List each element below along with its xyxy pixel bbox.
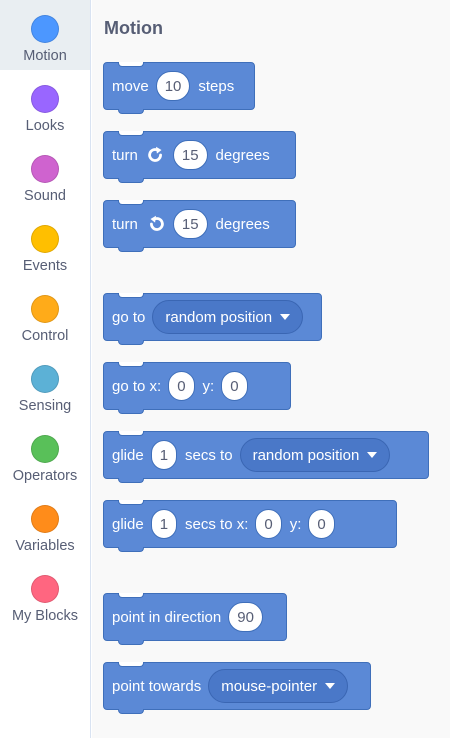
steps-input[interactable]: 10 — [155, 71, 191, 101]
target-dropdown[interactable]: random position — [239, 438, 391, 472]
block-text: point towards — [112, 677, 202, 695]
category-label: Motion — [23, 48, 67, 64]
target-dropdown[interactable]: random position — [152, 300, 304, 334]
glide-to-xy-block[interactable]: glide 1 secs to x: 0 y: 0 — [103, 500, 397, 552]
block-text: degrees — [215, 215, 270, 233]
dropdown-arrow-icon — [367, 452, 378, 458]
operators-category-icon — [31, 435, 59, 463]
turn-right-block[interactable]: turn 15 degrees — [103, 131, 296, 183]
dropdown-arrow-icon — [325, 683, 336, 689]
move-steps-block[interactable]: move 10 steps — [103, 62, 255, 114]
degrees-input[interactable]: 15 — [172, 140, 208, 170]
point-towards-block[interactable]: point towards mouse-pointer — [103, 662, 371, 714]
dropdown-value: mouse-pointer — [221, 677, 318, 695]
degrees-input[interactable]: 15 — [172, 209, 208, 239]
rotate-left-icon — [149, 215, 164, 231]
block-text: degrees — [215, 146, 270, 164]
glide-to-block[interactable]: glide 1 secs to random position — [103, 431, 429, 483]
category-label: Sensing — [18, 398, 72, 414]
category-label: Looks — [25, 118, 65, 134]
block-text: steps — [198, 77, 235, 95]
block-text: glide — [112, 515, 144, 533]
x-input[interactable]: 0 — [255, 509, 282, 539]
category-sound[interactable]: Sound — [0, 140, 90, 210]
category-label: Events — [22, 258, 68, 274]
turn-left-block[interactable]: turn 15 degrees — [103, 200, 296, 252]
dropdown-value: random position — [252, 446, 360, 464]
block-text: secs to x: — [185, 515, 249, 533]
towards-dropdown[interactable]: mouse-pointer — [208, 669, 349, 703]
looks-category-icon — [31, 85, 59, 113]
block-text: turn — [112, 146, 138, 164]
category-motion[interactable]: Motion — [0, 0, 90, 70]
my-blocks-category-icon — [31, 575, 59, 603]
sound-category-icon — [31, 155, 59, 183]
events-category-icon — [31, 225, 59, 253]
category-control[interactable]: Control — [0, 280, 90, 350]
motion-category-icon — [31, 15, 59, 43]
block-text: y: — [289, 515, 302, 533]
category-label: Control — [21, 328, 69, 344]
block-text: go to x: — [112, 377, 162, 395]
block-text: move — [112, 77, 149, 95]
rotate-right-icon — [148, 146, 162, 162]
category-sidebar: Motion Looks Sound Events Control Sensin… — [0, 0, 91, 738]
y-input[interactable]: 0 — [308, 509, 335, 539]
category-my-blocks[interactable]: My Blocks — [0, 560, 90, 630]
dropdown-value: random position — [165, 308, 273, 326]
sensing-category-icon — [31, 365, 59, 393]
block-text: go to — [112, 308, 146, 326]
block-text: glide — [112, 446, 144, 464]
palette-heading: Motion — [104, 18, 163, 38]
category-events[interactable]: Events — [0, 210, 90, 280]
block-text: y: — [202, 377, 215, 395]
category-looks[interactable]: Looks — [0, 70, 90, 140]
seconds-input[interactable]: 1 — [150, 440, 178, 470]
point-in-direction-block[interactable]: point in direction 90 — [103, 593, 287, 645]
x-input[interactable]: 0 — [168, 371, 195, 401]
category-variables[interactable]: Variables — [0, 490, 90, 560]
block-text: secs to — [185, 446, 233, 464]
go-to-xy-block[interactable]: go to x: 0 y: 0 — [103, 362, 291, 414]
category-label: Variables — [15, 538, 75, 554]
control-category-icon — [31, 295, 59, 323]
block-text: point in direction — [112, 608, 222, 626]
category-label: My Blocks — [11, 608, 79, 624]
category-label: Operators — [12, 468, 78, 484]
category-operators[interactable]: Operators — [0, 420, 90, 490]
category-sensing[interactable]: Sensing — [0, 350, 90, 420]
variables-category-icon — [31, 505, 59, 533]
seconds-input[interactable]: 1 — [150, 509, 178, 539]
category-label: Sound — [24, 188, 66, 204]
direction-input[interactable]: 90 — [228, 602, 263, 632]
go-to-block[interactable]: go to random position — [103, 293, 322, 345]
block-text: turn — [112, 215, 138, 233]
y-input[interactable]: 0 — [221, 371, 248, 401]
dropdown-arrow-icon — [280, 314, 291, 320]
